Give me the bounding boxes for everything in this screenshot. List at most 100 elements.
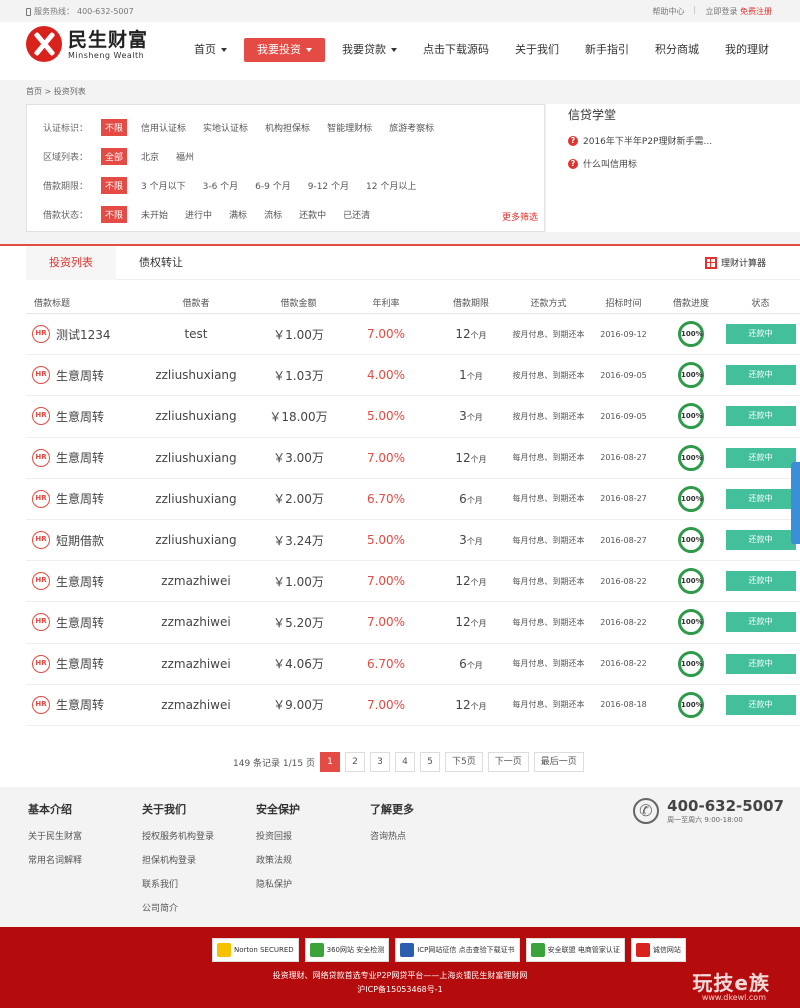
- nav-mall[interactable]: 积分商城: [642, 38, 712, 62]
- loan-title[interactable]: HR 生意周转: [26, 695, 136, 714]
- loan-title[interactable]: HR 生意周转: [26, 448, 136, 467]
- table-row[interactable]: HR 生意周转 zzliushuxiang ￥3.00万 7.00% 12个月 每月付息、到…: [26, 438, 800, 479]
- footer-link[interactable]: 常用名词解释: [28, 853, 82, 866]
- status-button[interactable]: 还款中: [725, 530, 796, 551]
- table-row[interactable]: HR 生意周转 zzmazhiwei ￥1.00万 7.00% 12个月 每月付息、到期还本…: [26, 561, 800, 603]
- status-button[interactable]: 还款中: [725, 365, 796, 386]
- footer-link[interactable]: 担保机构登录: [142, 853, 214, 866]
- filter-option[interactable]: 旅游考察标: [389, 121, 434, 134]
- table-row[interactable]: HR 生意周转 zzliushuxiang ￥18.00万 5.00% 3个月 按月付息、到…: [26, 396, 800, 438]
- 360-badge[interactable]: 360网站 安全检测: [304, 938, 390, 962]
- filter-option[interactable]: 9-12 个月: [308, 179, 349, 192]
- filter-option[interactable]: 已还清: [343, 208, 370, 221]
- nav-guide[interactable]: 新手指引: [572, 38, 642, 62]
- filter-option[interactable]: 12 个月以上: [366, 179, 416, 192]
- loan-term: 1个月: [459, 368, 483, 383]
- next-page-button[interactable]: 下一页: [487, 752, 529, 772]
- nav-download[interactable]: 点击下载源码: [410, 38, 502, 62]
- status-button[interactable]: 还款中: [725, 324, 796, 345]
- page-button[interactable]: 1: [319, 752, 340, 772]
- progress-cell: 100%: [661, 485, 721, 512]
- filter-option[interactable]: 智能理财标: [327, 121, 372, 134]
- status-button[interactable]: 还款中: [725, 694, 796, 715]
- filter-option[interactable]: 3-6 个月: [203, 179, 239, 192]
- filter-option[interactable]: 不限: [101, 176, 128, 194]
- side-float-tab[interactable]: [791, 462, 800, 544]
- filter-option[interactable]: 还款中: [299, 208, 326, 221]
- status-button[interactable]: 还款中: [725, 406, 796, 427]
- filter-option[interactable]: 流标: [264, 208, 282, 221]
- table-row[interactable]: HR 生意周转 zzmazhiwei ￥5.20万 7.00% 12个月 每月付息、到期还本…: [26, 602, 800, 644]
- filter-option[interactable]: 机构担保标: [265, 121, 310, 134]
- calculator-button[interactable]: 理财计算器: [704, 256, 766, 269]
- filter-option[interactable]: 3 个月以下: [141, 179, 186, 192]
- icp-badge[interactable]: ICP网站征信 点击查验下载证书: [395, 938, 520, 962]
- filter-option[interactable]: 信用认证标: [141, 121, 186, 134]
- annual-rate: 7.00%: [366, 327, 406, 342]
- loan-title[interactable]: HR 生意周转: [26, 366, 136, 385]
- credit-site-badge[interactable]: 诚信网站: [630, 938, 686, 962]
- table-row[interactable]: HR 生意周转 zzliushuxiang ￥2.00万 6.70% 6个月 每月付息、到期…: [26, 479, 800, 520]
- footer-link[interactable]: 授权服务机构登录: [142, 829, 214, 842]
- status-button[interactable]: 还款中: [725, 612, 796, 633]
- loan-title[interactable]: HR 生意周转: [26, 654, 136, 673]
- filter-option[interactable]: 北京: [141, 150, 159, 163]
- login-link[interactable]: 立即登录: [705, 7, 737, 16]
- status-button[interactable]: 还款中: [725, 488, 796, 509]
- nav-about[interactable]: 关于我们: [502, 38, 572, 62]
- loan-title[interactable]: HR 生意周转: [26, 489, 136, 508]
- next-5-pages-button[interactable]: 下5页: [444, 752, 483, 772]
- filter-option[interactable]: 6-9 个月: [255, 179, 291, 192]
- help-link[interactable]: 帮助中心: [652, 6, 684, 17]
- table-row[interactable]: HR 生意周转 zzmazhiwei ￥9.00万 7.00% 12个月 每月付息、到期还本…: [26, 685, 800, 726]
- article-link[interactable]: ? 什么叫信用标: [568, 157, 637, 170]
- filter-option[interactable]: 进行中: [185, 208, 212, 221]
- nav-loan[interactable]: 我要贷款: [329, 38, 410, 62]
- loan-title[interactable]: HR 生意周转: [26, 407, 136, 426]
- loan-title[interactable]: HR 生意周转: [26, 613, 136, 632]
- table-row[interactable]: HR 测试1234 test ￥1.00万 7.00% 12个月 按月付息、到期还本 2016…: [26, 314, 800, 356]
- filter-option[interactable]: 不限: [101, 118, 128, 136]
- loan-title[interactable]: HR 短期借款: [26, 531, 136, 550]
- page-button[interactable]: 5: [419, 752, 440, 772]
- footer-link[interactable]: 咨询热点: [370, 829, 414, 842]
- tab-debt-transfer[interactable]: 债权转让: [116, 246, 206, 280]
- page-button[interactable]: 3: [369, 752, 390, 772]
- filter-option[interactable]: 未开始: [141, 208, 168, 221]
- status-button[interactable]: 还款中: [725, 653, 796, 674]
- filter-option[interactable]: 实地认证标: [203, 121, 248, 134]
- nav-invest[interactable]: 我要投资: [244, 38, 325, 62]
- footer-link[interactable]: 公司简介: [142, 901, 214, 914]
- page-button[interactable]: 2: [344, 752, 365, 772]
- loan-title[interactable]: HR 测试1234: [26, 325, 136, 344]
- nav-home[interactable]: 首页: [181, 38, 240, 62]
- last-page-button[interactable]: 最后一页: [533, 752, 584, 772]
- filter-option[interactable]: 不限: [101, 205, 128, 223]
- progress-ring: 100%: [678, 403, 704, 430]
- table-row[interactable]: HR 生意周转 zzmazhiwei ￥4.06万 6.70% 6个月 每月付息、到期还本 2…: [26, 644, 800, 685]
- progress-cell: 100%: [661, 527, 721, 554]
- footer-link[interactable]: 关于民生财富: [28, 829, 82, 842]
- footer-link[interactable]: 政策法规: [256, 853, 300, 866]
- status-button[interactable]: 还款中: [725, 571, 796, 592]
- page-button[interactable]: 4: [394, 752, 415, 772]
- table-row[interactable]: HR 短期借款 zzliushuxiang ￥3.24万 5.00% 3个月 每月付息、到期…: [26, 520, 800, 562]
- filter-option[interactable]: 全部: [101, 147, 128, 165]
- bottom-bar: Norton SECURED 360网站 安全检测 ICP网站征信 点击查验下载…: [0, 927, 800, 1008]
- tab-invest-list[interactable]: 投资列表: [26, 246, 116, 280]
- filter-option[interactable]: 满标: [229, 208, 247, 221]
- article-link[interactable]: ? 2016年下半年P2P理财新手需...: [568, 134, 712, 147]
- logo[interactable]: 民生财富 Minsheng Wealth: [26, 26, 148, 62]
- footer-link[interactable]: 联系我们: [142, 877, 214, 890]
- register-link[interactable]: 免费注册: [740, 7, 772, 16]
- footer-link[interactable]: 隐私保护: [256, 877, 300, 890]
- security-alliance-badge[interactable]: 安全联盟 电商管家认证: [525, 938, 625, 962]
- table-row[interactable]: HR 生意周转 zzliushuxiang ￥1.03万 4.00% 1个月 按月付息、到期…: [26, 355, 800, 397]
- norton-badge[interactable]: Norton SECURED: [212, 938, 299, 962]
- filter-option[interactable]: 福州: [176, 150, 194, 163]
- nav-my-finance[interactable]: 我的理财: [712, 38, 782, 62]
- more-filters-link[interactable]: 更多筛选: [502, 210, 538, 223]
- loan-title[interactable]: HR 生意周转: [26, 572, 136, 591]
- status-button[interactable]: 还款中: [725, 447, 796, 468]
- footer-link[interactable]: 投资回报: [256, 829, 300, 842]
